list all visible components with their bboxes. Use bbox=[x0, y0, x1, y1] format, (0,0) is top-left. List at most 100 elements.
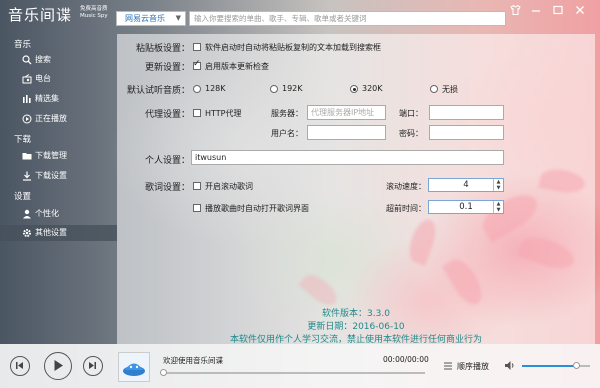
proxy-checkbox[interactable] bbox=[193, 109, 201, 117]
sidebar-section-settings: 设置 bbox=[14, 192, 32, 202]
personal-label: 个人设置： bbox=[144, 156, 190, 166]
tagline-en: Music Spy bbox=[80, 13, 108, 19]
lyrics-speed-stepper[interactable]: 4 ▲ ▼ bbox=[428, 178, 504, 192]
play-button[interactable] bbox=[44, 352, 72, 380]
quality-option-320k: 320K bbox=[362, 84, 383, 93]
proxy-password-label: 密码： bbox=[399, 129, 423, 138]
sidebar-item-label: 正在播放 bbox=[35, 114, 67, 123]
tagline-cn: 免费高音质 bbox=[80, 6, 108, 12]
radio-icon bbox=[22, 74, 32, 84]
play-mode-label[interactable]: 顺序播放 bbox=[457, 361, 489, 372]
folder-icon bbox=[22, 151, 32, 161]
sidebar-item-download-manager[interactable]: 下载管理 bbox=[0, 148, 117, 164]
proxy-port-input[interactable] bbox=[429, 105, 504, 120]
lyrics-advance-stepper[interactable]: 0.1 ▲ ▼ bbox=[428, 200, 504, 214]
album-cover bbox=[118, 352, 150, 382]
sidebar-item-playlist[interactable]: 精选集 bbox=[0, 91, 117, 107]
play-mode-icon[interactable] bbox=[443, 361, 453, 374]
sidebar-item-now-playing[interactable]: 正在播放 bbox=[0, 111, 117, 127]
lyrics-speed-value: 4 bbox=[463, 180, 469, 190]
update-checkbox[interactable] bbox=[193, 59, 201, 70]
sidebar-item-other-settings[interactable]: 其他设置 bbox=[0, 225, 117, 241]
maximize-icon[interactable] bbox=[551, 5, 565, 19]
lyrics-auto-open-checkbox[interactable] bbox=[193, 204, 201, 212]
sidebar-item-label: 下载管理 bbox=[35, 151, 67, 160]
next-button[interactable] bbox=[83, 356, 103, 376]
download-icon bbox=[22, 171, 32, 181]
proxy-user-label: 用户名： bbox=[271, 129, 303, 138]
volume-fill bbox=[522, 365, 577, 367]
lyrics-scroll-checkbox[interactable] bbox=[193, 182, 201, 190]
sidebar-section-download: 下载 bbox=[14, 135, 32, 145]
proxy-label: 代理设置： bbox=[144, 110, 190, 120]
quality-label: 默认试听音质： bbox=[126, 86, 190, 96]
update-option: 启用版本更新检查 bbox=[205, 62, 269, 71]
source-selected: 网易云音乐 bbox=[125, 14, 165, 23]
lyrics-advance-value: 0.1 bbox=[459, 202, 473, 212]
proxy-password-input[interactable] bbox=[429, 125, 504, 140]
quality-option-lossless: 无损 bbox=[442, 85, 458, 94]
search-icon bbox=[22, 55, 32, 65]
user-icon bbox=[22, 209, 32, 219]
clipboard-label: 粘贴板设置： bbox=[135, 44, 190, 54]
sidebar-item-label: 下载设置 bbox=[35, 171, 67, 180]
update-label: 更新设置： bbox=[144, 63, 190, 73]
progress-handle[interactable] bbox=[160, 369, 167, 376]
app-title: 音乐间谍 bbox=[8, 6, 73, 24]
quality-option-192k: 192K bbox=[282, 84, 303, 93]
album-cover-icon bbox=[123, 363, 145, 376]
volume-handle[interactable] bbox=[573, 362, 581, 369]
proxy-port-label: 端口： bbox=[399, 109, 423, 118]
quality-radio-192k[interactable] bbox=[270, 85, 278, 93]
lyrics-scroll-option: 开启滚动歌词 bbox=[205, 182, 253, 191]
play-icon bbox=[54, 360, 63, 371]
proxy-server-input[interactable]: 代理服务器IP地址 bbox=[307, 105, 386, 120]
sidebar-item-personalize[interactable]: 个性化 bbox=[0, 206, 117, 222]
playback-time: 00:00/00:00 bbox=[383, 355, 429, 364]
progress-bar[interactable] bbox=[160, 369, 425, 376]
title-bar: 音乐间谍 免费高音质 Music Spy 网易云音乐 ▼ 输入你要搜索的单曲、歌… bbox=[0, 0, 600, 27]
sidebar-item-label: 电台 bbox=[35, 74, 51, 83]
sidebar-section-music: 音乐 bbox=[14, 40, 32, 50]
sidebar-item-radio[interactable]: 电台 bbox=[0, 71, 117, 87]
sidebar-item-download-settings[interactable]: 下载设置 bbox=[0, 168, 117, 184]
app-tagline: 免费高音质 Music Spy bbox=[80, 6, 108, 20]
sidebar-item-label: 其他设置 bbox=[35, 228, 67, 237]
previous-icon bbox=[16, 362, 23, 369]
quality-radio-128k[interactable] bbox=[193, 85, 201, 93]
volume-slider[interactable] bbox=[522, 362, 590, 369]
quality-radio-320k[interactable] bbox=[350, 85, 358, 93]
sidebar-item-label: 精选集 bbox=[35, 94, 59, 103]
sidebar: 音乐 搜索 电台 精选集 正在播放 下载 下载管理 下载设置 设置 个性化 其他… bbox=[0, 34, 117, 241]
next-icon bbox=[89, 362, 96, 369]
personal-input[interactable]: itwusun bbox=[191, 150, 504, 165]
sidebar-item-label: 个性化 bbox=[35, 209, 59, 218]
chevron-down-icon: ▼ bbox=[175, 14, 181, 22]
gear-icon bbox=[22, 228, 32, 238]
lyrics-label: 歌词设置： bbox=[144, 183, 190, 193]
music-spy-window: 音乐间谍 免费高音质 Music Spy 网易云音乐 ▼ 输入你要搜索的单曲、歌… bbox=[0, 0, 600, 388]
stepper-arrows-icon[interactable]: ▲ ▼ bbox=[493, 201, 503, 213]
search-input[interactable]: 输入你要搜索的单曲、歌手、专辑、歌单或者关键词 bbox=[189, 11, 506, 26]
proxy-user-input[interactable] bbox=[307, 125, 386, 140]
proxy-option: HTTP代理 bbox=[205, 109, 242, 118]
minimize-icon[interactable] bbox=[529, 5, 543, 19]
bars-icon bbox=[22, 94, 32, 104]
source-dropdown[interactable]: 网易云音乐 ▼ bbox=[116, 11, 186, 26]
stepper-arrows-icon[interactable]: ▲ ▼ bbox=[493, 179, 503, 191]
update-date-text: 更新日期：2016-06-10 bbox=[307, 322, 405, 332]
quality-option-128k: 128K bbox=[205, 84, 226, 93]
sidebar-item-label: 搜索 bbox=[35, 55, 51, 64]
previous-button[interactable] bbox=[10, 356, 30, 376]
close-icon[interactable] bbox=[573, 5, 587, 19]
volume-icon[interactable] bbox=[504, 360, 516, 374]
skin-icon[interactable] bbox=[508, 4, 522, 19]
clipboard-option: 软件启动时自动将粘贴板复制的文本加载到搜索框 bbox=[205, 43, 381, 52]
player-bar: 欢迎使用音乐间谍 00:00/00:00 顺序播放 bbox=[0, 344, 600, 388]
quality-radio-lossless[interactable] bbox=[430, 85, 438, 93]
lyrics-auto-open-option: 播放歌曲时自动打开歌词界面 bbox=[205, 204, 309, 213]
sidebar-item-search[interactable]: 搜索 bbox=[0, 52, 117, 68]
version-text: 软件版本：3.3.0 bbox=[322, 309, 390, 319]
clipboard-checkbox[interactable] bbox=[193, 43, 201, 51]
proxy-server-label: 服务器： bbox=[271, 109, 303, 118]
